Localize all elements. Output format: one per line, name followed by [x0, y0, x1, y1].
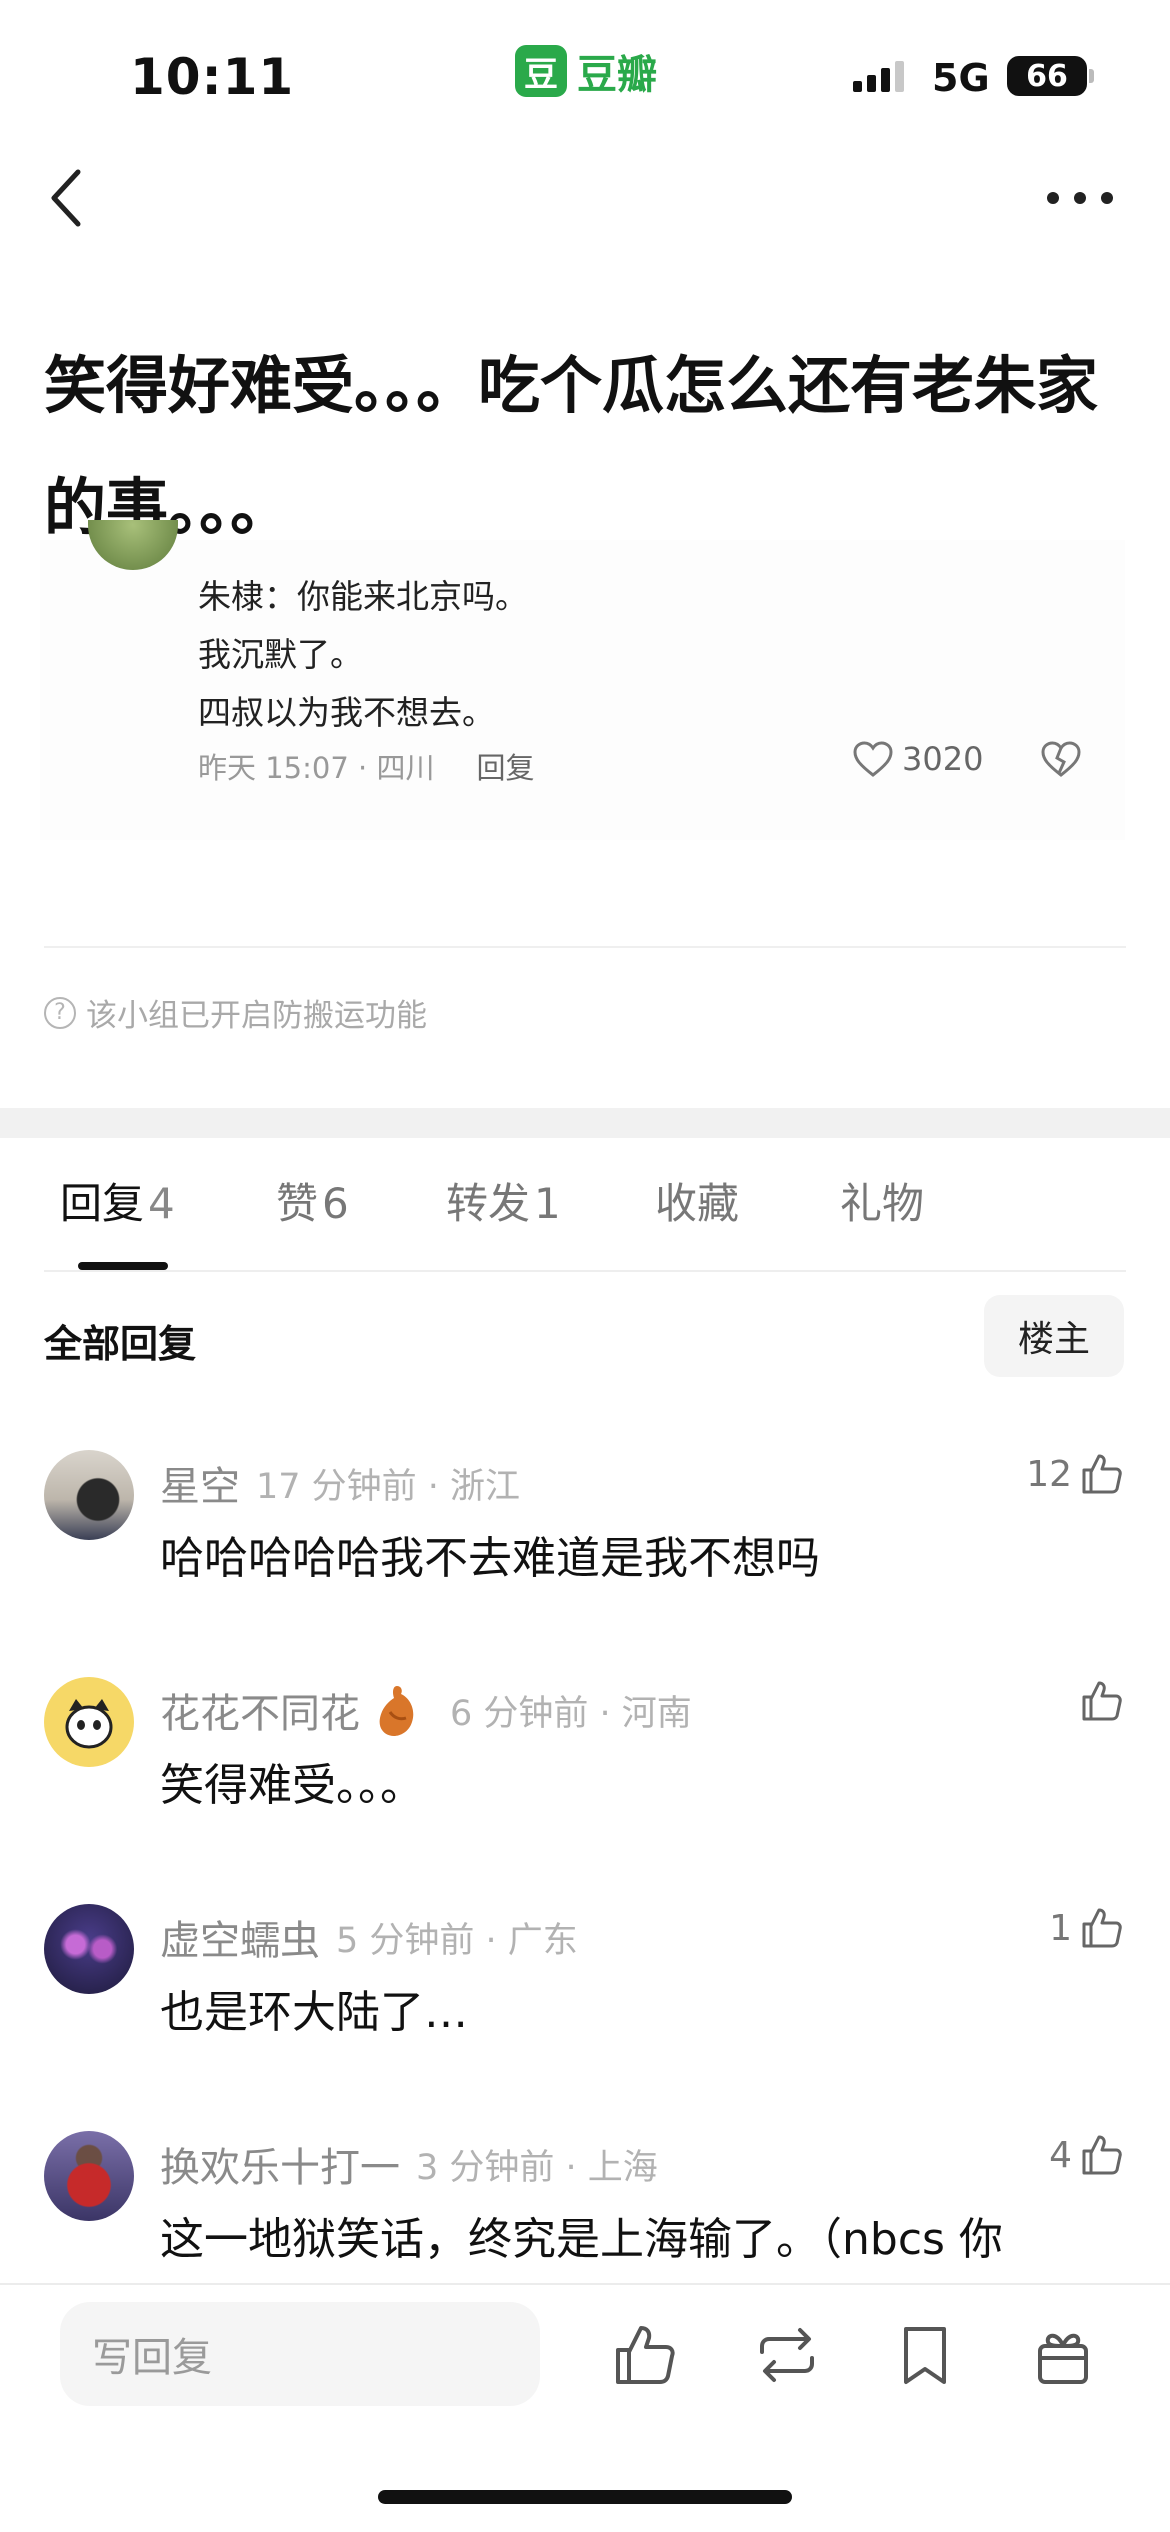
quoted-comment-text: 朱棣：你能来北京吗。 我沉默了。 四叔以为我不想去。: [198, 568, 528, 742]
avatar: [88, 520, 178, 570]
tab-collections[interactable]: 收藏: [655, 1170, 739, 1231]
comment-username[interactable]: 换欢乐十打一: [160, 2135, 400, 2193]
tab-label: 礼物: [840, 1179, 925, 1228]
comment-text: 这一地狱笑话，终究是上海输了。（nbcs 你: [160, 2214, 1003, 2265]
comment-meta: 3 分钟前 · 上海: [416, 2147, 658, 2188]
quoted-like-count: 3020: [852, 740, 983, 778]
comment-meta: 5 分钟前 · 广东: [336, 1920, 578, 1961]
thumbs-up-icon: [1082, 1908, 1122, 1948]
battery-icon: 66: [1007, 56, 1087, 96]
tab-count: 6: [322, 1179, 349, 1228]
divider: [44, 946, 1126, 948]
comment-username[interactable]: 虚空蠕虫: [160, 1908, 320, 1966]
like-count: 3020: [902, 740, 984, 778]
tab-gifts[interactable]: 礼物: [840, 1170, 924, 1231]
reply-input[interactable]: 写回复: [60, 2302, 540, 2406]
network-label: 5G: [932, 56, 990, 100]
carrier-name: 豆瓣: [577, 52, 657, 98]
comment-like-count: 1: [1049, 1907, 1072, 1949]
like-post-button[interactable]: [610, 2320, 680, 2390]
quoted-line: 朱棣：你能来北京吗。: [198, 577, 528, 616]
avatar[interactable]: [44, 1450, 134, 1540]
comment-meta: 6 分钟前 · 河南: [450, 1693, 692, 1734]
replies-section-title: 全部回复: [44, 1322, 197, 1366]
comment-like-count: 4: [1049, 2134, 1072, 2176]
tab-replies[interactable]: 回复4: [60, 1170, 175, 1231]
section-gap: [0, 1108, 1170, 1138]
active-tab-indicator: [78, 1262, 168, 1270]
question-icon: ?: [44, 996, 76, 1029]
comment-like-button[interactable]: 4: [1049, 2131, 1126, 2179]
bookmark-button[interactable]: [890, 2320, 960, 2390]
signal-icon: [853, 60, 904, 92]
comment-item: 星空 17 分钟前 · 浙江 哈哈哈哈哈我不去难道是我不想吗 12: [44, 1450, 1126, 1650]
thumbs-up-icon: [1082, 1681, 1122, 1721]
thumbs-up-icon: [1082, 1454, 1122, 1494]
heart-icon: [853, 741, 893, 777]
status-time: 10:11: [130, 48, 295, 106]
comment-like-count: 12: [1026, 1453, 1072, 1495]
comment-username[interactable]: 星空: [160, 1454, 240, 1512]
comment-like-button[interactable]: 12: [1026, 1450, 1126, 1498]
tab-label: 赞: [276, 1179, 319, 1228]
quoted-reply-link: 回复: [476, 751, 535, 785]
comment-meta: 17 分钟前 · 浙江: [256, 1466, 521, 1507]
comment-username[interactable]: 花花不同花: [160, 1681, 360, 1739]
more-button[interactable]: [1040, 170, 1120, 230]
tab-label: 收藏: [655, 1179, 740, 1228]
chevron-left-icon: [51, 169, 81, 227]
tab-count: 1: [534, 1179, 561, 1228]
avatar[interactable]: [44, 2131, 134, 2221]
more-dots-icon: [1047, 192, 1113, 204]
comment-text: 哈哈哈哈哈我不去难道是我不想吗: [160, 1533, 820, 1584]
quoted-comment-meta: 昨天 15:07 · 四川 回复: [198, 745, 534, 787]
op-only-filter-button[interactable]: 楼主: [984, 1295, 1124, 1377]
gift-icon: [1038, 2333, 1088, 2384]
avatar[interactable]: [44, 1677, 134, 1767]
bookmark-icon: [904, 2327, 946, 2384]
comment-like-button[interactable]: 1: [1049, 1904, 1126, 1952]
quoted-line: 我沉默了。: [198, 635, 363, 674]
carrier-label: 豆 豆瓣: [515, 42, 657, 100]
comment-like-button[interactable]: [1072, 1677, 1126, 1725]
quoted-time-location: 昨天 15:07 · 四川: [198, 751, 435, 785]
battery-tip: [1089, 69, 1094, 83]
tab-reposts[interactable]: 转发1: [446, 1170, 561, 1231]
repost-icon: [760, 2328, 814, 2382]
avatar[interactable]: [44, 1904, 134, 1994]
roast-duck-badge-icon: [379, 1686, 414, 1736]
broken-heart-icon: [1040, 740, 1082, 782]
thumbs-up-icon: [1082, 2135, 1122, 2175]
anti-repost-notice: ? 该小组已开启防搬运功能: [44, 990, 427, 1035]
comment-item: 花花不同花 6 分钟前 · 河南 笑得难受。。。: [44, 1677, 1126, 1877]
quoted-comment-card: 朱棣：你能来北京吗。 我沉默了。 四叔以为我不想去。 昨天 15:07 · 四川…: [40, 520, 1125, 840]
notice-text: 该小组已开启防搬运功能: [86, 998, 427, 1034]
post-title: 笑得好难受。。。吃个瓜怎么还有老朱家的事。。。: [44, 349, 1099, 544]
tab-bar: 回复4 赞6 转发1 收藏 礼物: [0, 1170, 1170, 1270]
comment-text: 也是环大陆了…: [160, 1987, 468, 2038]
home-indicator: [378, 2490, 792, 2504]
tab-label: 转发: [446, 1179, 531, 1228]
back-button[interactable]: [44, 158, 94, 238]
quoted-line: 四叔以为我不想去。: [198, 693, 495, 732]
comment-item: 虚空蠕虫 5 分钟前 · 广东 也是环大陆了… 1: [44, 1904, 1126, 2104]
cartoon-avatar-icon: [65, 1699, 113, 1749]
gift-button[interactable]: [1028, 2320, 1098, 2390]
divider: [0, 2283, 1170, 2285]
tab-label: 回复: [60, 1179, 145, 1228]
repost-button[interactable]: [752, 2320, 822, 2390]
thumbs-up-icon: [616, 2326, 675, 2384]
douban-logo-icon: 豆: [515, 45, 567, 97]
divider: [44, 1270, 1126, 1272]
tab-count: 4: [148, 1179, 175, 1228]
comment-text: 笑得难受。。。: [160, 1760, 424, 1811]
tab-likes[interactable]: 赞6: [276, 1170, 349, 1231]
comment-item: 换欢乐十打一 3 分钟前 · 上海 这一地狱笑话，终究是上海输了。（nbcs 你…: [44, 2131, 1126, 2331]
